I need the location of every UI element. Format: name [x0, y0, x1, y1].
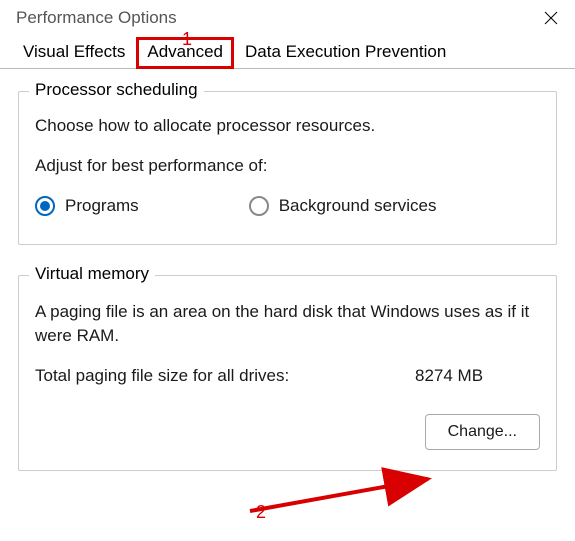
vm-total-row: Total paging file size for all drives: 8… [35, 366, 540, 386]
group-virtual-memory: Virtual memory A paging file is an area … [18, 275, 557, 471]
group-title: Virtual memory [29, 264, 155, 284]
adjust-label: Adjust for best performance of: [35, 156, 540, 176]
tab-label: Advanced [147, 42, 223, 61]
radio-label: Programs [65, 196, 139, 216]
tab-dep[interactable]: Data Execution Prevention [234, 37, 457, 69]
panel-body: Processor scheduling Choose how to alloc… [0, 68, 575, 471]
change-button[interactable]: Change... [425, 414, 540, 450]
tab-label: Visual Effects [23, 42, 125, 61]
tab-label: Data Execution Prevention [245, 42, 446, 61]
window-title: Performance Options [16, 8, 177, 28]
radio-label: Background services [279, 196, 437, 216]
radio-row: Programs Background services [35, 196, 540, 216]
close-button[interactable] [539, 6, 563, 30]
button-row: Change... [35, 414, 540, 450]
button-label: Change... [448, 423, 517, 440]
annotation-arrow [250, 471, 440, 525]
tab-advanced[interactable]: Advanced [136, 37, 234, 69]
close-icon [544, 11, 558, 25]
annotation-callout-2: 2 [256, 502, 266, 523]
vm-total-label: Total paging file size for all drives: [35, 366, 415, 386]
radio-programs[interactable]: Programs [35, 196, 139, 216]
radio-icon [249, 196, 269, 216]
vm-total-value: 8274 MB [415, 366, 483, 386]
group-title: Processor scheduling [29, 80, 204, 100]
processor-description: Choose how to allocate processor resourc… [35, 116, 540, 136]
radio-background-services[interactable]: Background services [249, 196, 437, 216]
radio-icon [35, 196, 55, 216]
title-bar: Performance Options [0, 0, 575, 34]
group-processor-scheduling: Processor scheduling Choose how to alloc… [18, 91, 557, 245]
tab-strip: Visual Effects Advanced Data Execution P… [0, 34, 575, 68]
tab-visual-effects[interactable]: Visual Effects [12, 37, 136, 69]
vm-description: A paging file is an area on the hard dis… [35, 300, 540, 348]
